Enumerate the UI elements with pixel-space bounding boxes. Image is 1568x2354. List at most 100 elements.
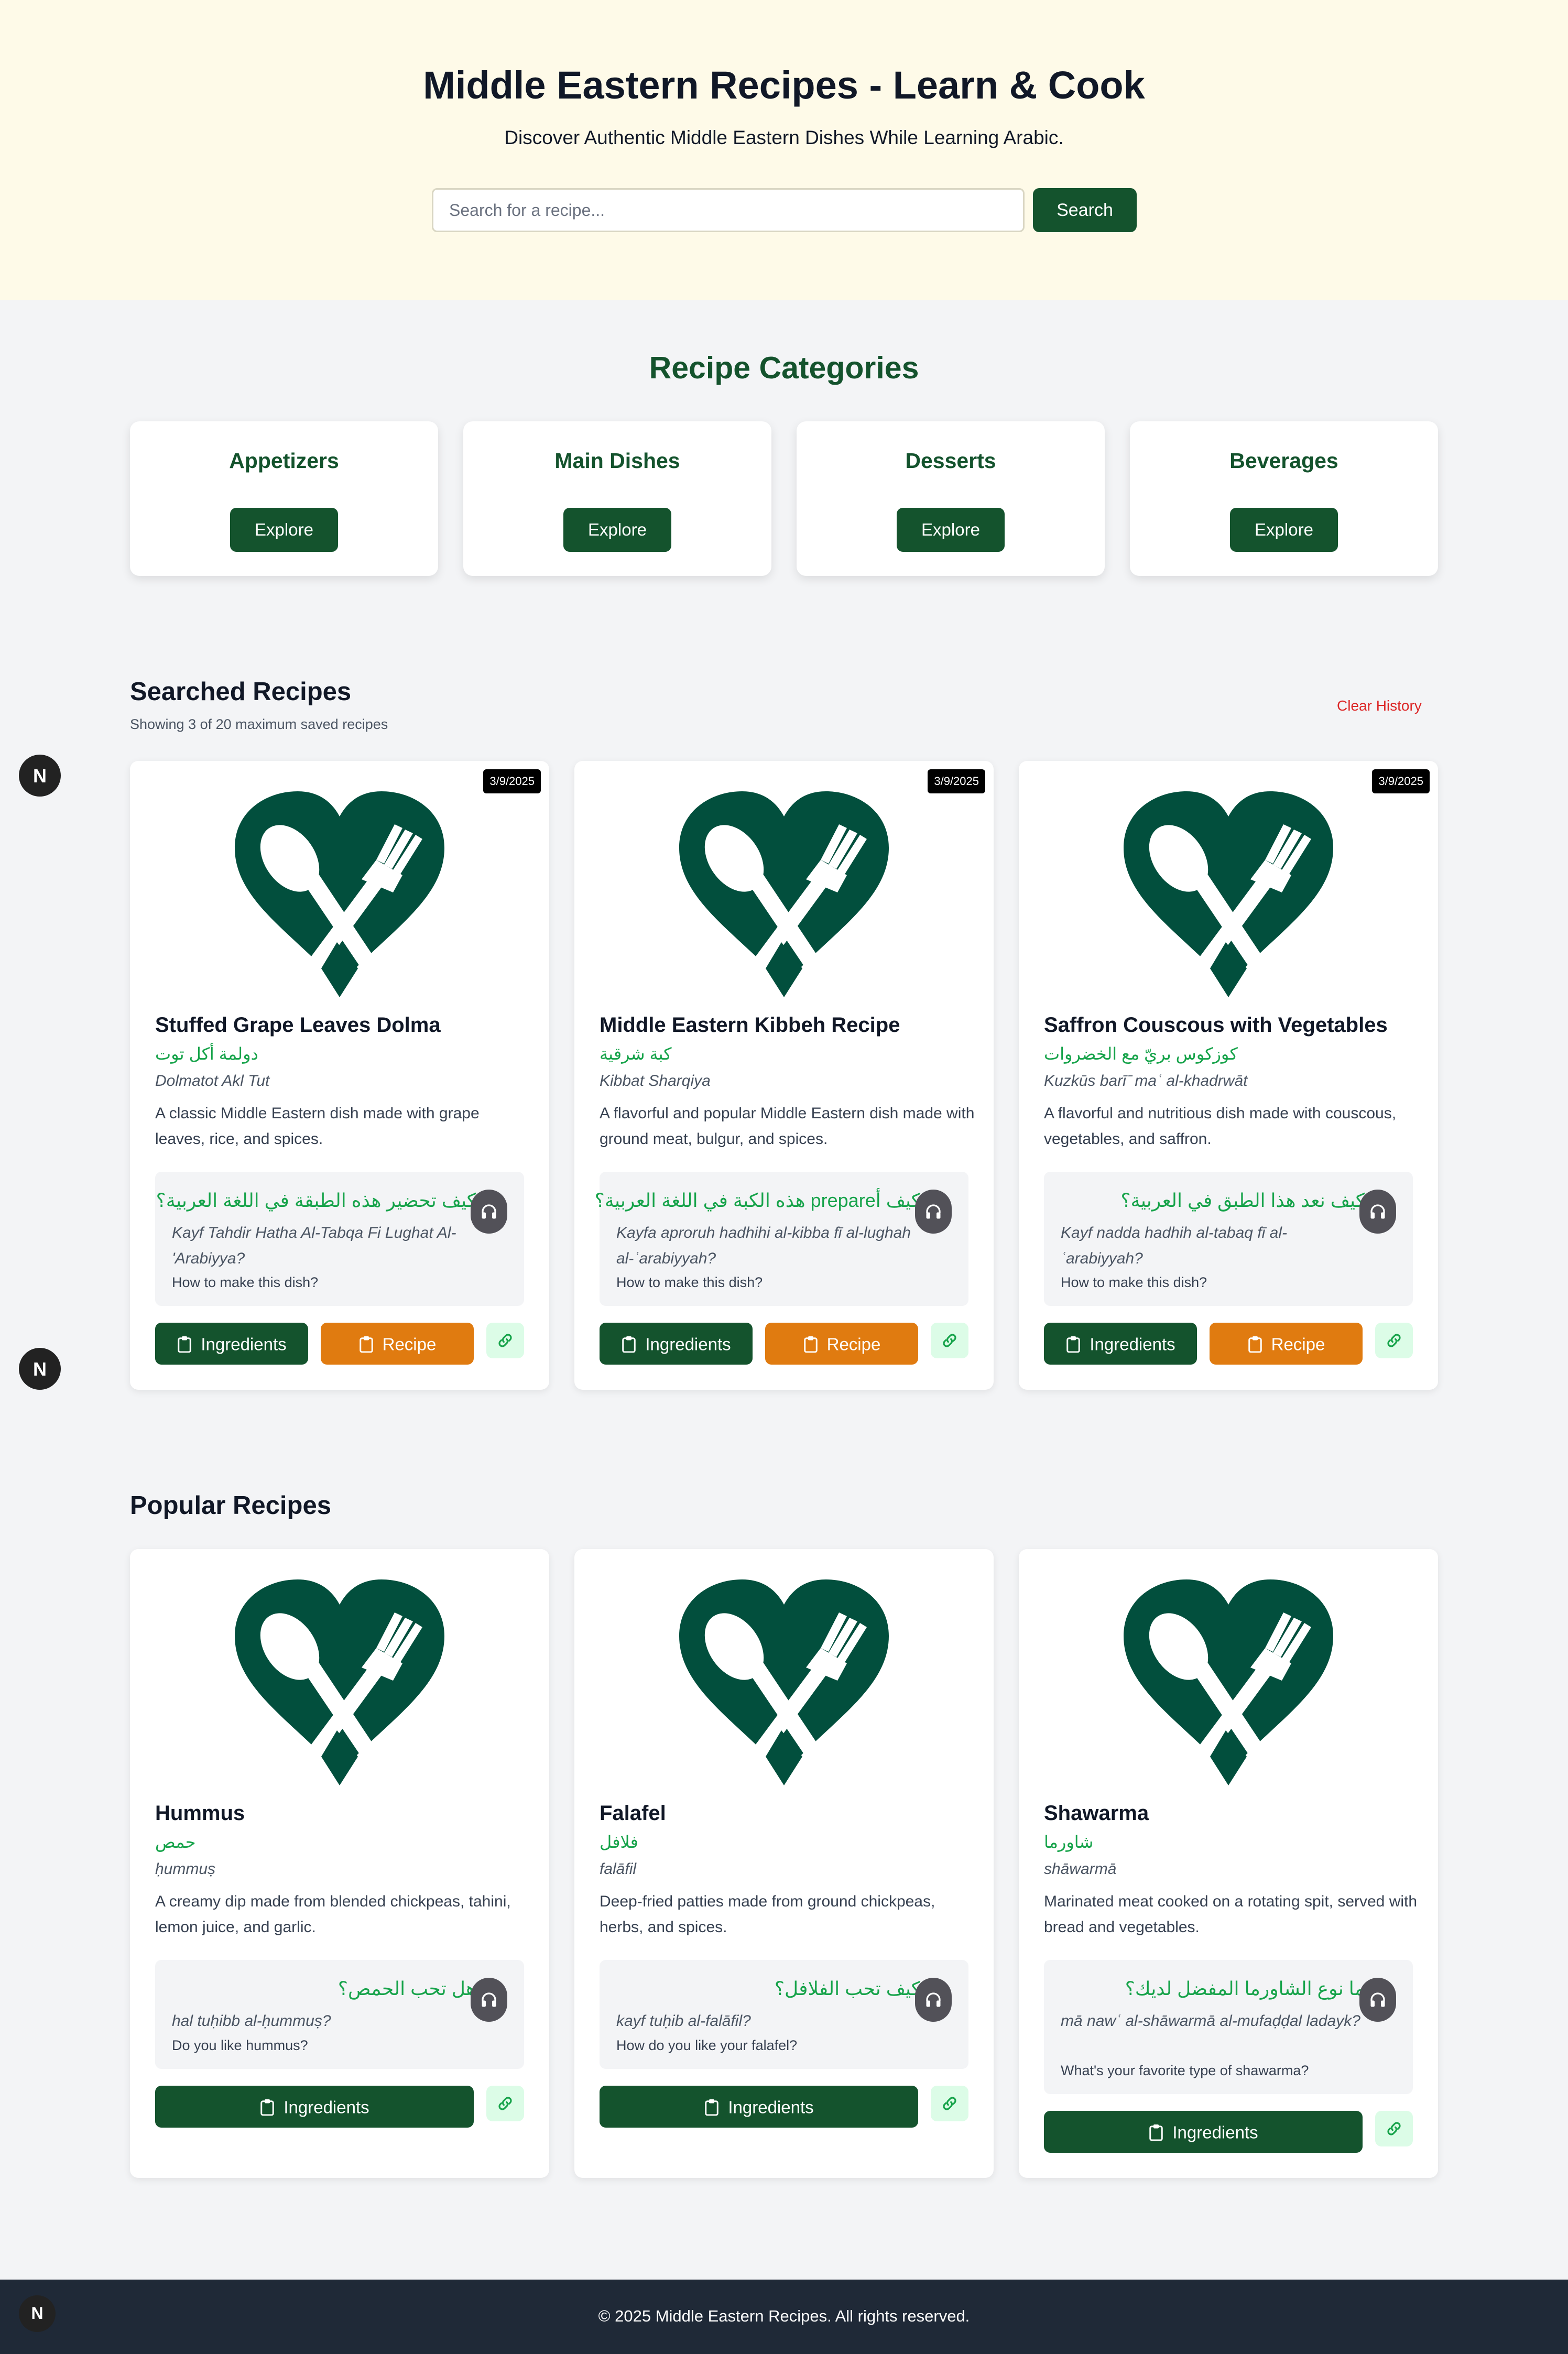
recipe-title: Saffron Couscous with Vegetables xyxy=(1044,1013,1388,1037)
explore-button[interactable]: Explore xyxy=(563,508,671,552)
recipe-card[interactable]: Falafel فلافل falāfil Deep-fried patties… xyxy=(574,1549,994,2178)
dev-tools-badge[interactable]: N xyxy=(19,2295,56,2332)
share-link-button[interactable] xyxy=(1375,1323,1413,1358)
share-link-button[interactable] xyxy=(486,1323,524,1358)
recipe-description: Marinated meat cooked on a rotating spit… xyxy=(1044,1893,1418,1936)
phrase-arabic: كيف نعد هذا الطبق في العربية؟ xyxy=(1120,1190,1365,1211)
search-input[interactable] xyxy=(432,188,1025,232)
phrase-arabic: هل تحب الحمص؟ xyxy=(337,1978,476,1999)
copyright-text: © 2025 Middle Eastern Recipes. All right… xyxy=(598,2307,970,2325)
hero-subtitle: Discover Authentic Middle Eastern Dishes… xyxy=(504,127,1064,148)
recipe-button[interactable]: Recipe xyxy=(1210,1323,1363,1365)
share-link-button[interactable] xyxy=(931,1323,968,1358)
heart-cutlery-logo-icon xyxy=(1113,1578,1344,1788)
recipe-transliteration: Dolmatot Akl Tut xyxy=(155,1072,270,1089)
clear-history-button[interactable]: Clear History xyxy=(1337,698,1422,714)
share-link-button[interactable] xyxy=(931,2086,968,2121)
phrase-transliteration: mā nawʿ al-shāwarmā al-mufaḍḍal ladayk? xyxy=(1061,2012,1360,2030)
recipe-description: A creamy dip made from blended chickpeas… xyxy=(155,1893,511,1936)
recipe-card[interactable]: Shawarma شاورما shāwarmā Marinated meat … xyxy=(1019,1549,1438,2178)
arabic-phrase-box: كيف نعد هذا الطبق في العربية؟ Kayf nadda… xyxy=(1044,1172,1413,1306)
heart-cutlery-logo-icon xyxy=(224,790,455,1000)
phrase-transliteration: Kayf Tahdir Hatha Al-Tabqa Fi Lughat Al-… xyxy=(172,1224,456,1267)
recipe-transliteration: falāfil xyxy=(600,1860,637,1878)
category-name: Main Dishes xyxy=(554,449,680,473)
recipe-arabic-name: كوزكوس بريّ مع الخضروات xyxy=(1044,1044,1238,1063)
arabic-phrase-box: كيف تحب الفلافل؟ kayf tuḥib al-falāfil? … xyxy=(600,1960,968,2069)
phrase-arabic: كيف أprepare هذه الكبة في اللغة العربية؟ xyxy=(594,1190,920,1211)
search-button[interactable]: Search xyxy=(1033,188,1137,232)
explore-button[interactable]: Explore xyxy=(897,508,1005,552)
dev-tools-badge[interactable]: N xyxy=(19,1348,61,1390)
play-audio-button[interactable] xyxy=(1359,1978,1396,2022)
phrase-english: Do you like hummus? xyxy=(172,2037,308,2053)
recipe-button[interactable]: Recipe xyxy=(765,1323,918,1365)
ingredients-button[interactable]: Ingredients xyxy=(600,1323,753,1365)
clipboard-icon xyxy=(1065,1335,1081,1353)
date-badge: 3/9/2025 xyxy=(928,769,985,793)
ingredients-button[interactable]: Ingredients xyxy=(155,1323,308,1365)
recipe-description: A classic Middle Eastern dish made with … xyxy=(155,1105,480,1148)
dev-tools-badge[interactable]: N xyxy=(19,755,61,797)
category-name: Desserts xyxy=(905,449,996,473)
headphones-icon xyxy=(924,1202,943,1221)
recipe-description: A flavorful and nutritious dish made wit… xyxy=(1044,1105,1397,1148)
recipe-card[interactable]: Hummus حمص ḥummuṣ A creamy dip made from… xyxy=(130,1549,549,2178)
footer: © 2025 Middle Eastern Recipes. All right… xyxy=(0,2280,1568,2354)
recipe-title: Middle Eastern Kibbeh Recipe xyxy=(600,1013,900,1037)
clipboard-icon xyxy=(177,1335,192,1353)
link-icon xyxy=(941,1332,958,1349)
recipe-arabic-name: كبة شرقية xyxy=(600,1044,672,1063)
share-link-button[interactable] xyxy=(486,2086,524,2121)
link-icon xyxy=(1386,2120,1402,2137)
recipe-title: Stuffed Grape Leaves Dolma xyxy=(155,1013,441,1037)
explore-button[interactable]: Explore xyxy=(1230,508,1338,552)
play-audio-button[interactable] xyxy=(471,1190,507,1234)
play-audio-button[interactable] xyxy=(1359,1190,1396,1234)
category-name: Beverages xyxy=(1229,449,1338,473)
headphones-icon xyxy=(924,1990,943,2009)
phrase-arabic: ما نوع الشاورما المفضل لديك؟ xyxy=(1125,1978,1365,1999)
searched-recipes-title: Searched Recipes xyxy=(130,678,352,706)
link-icon xyxy=(941,2095,958,2112)
play-audio-button[interactable] xyxy=(915,1978,952,2022)
ingredients-button[interactable]: Ingredients xyxy=(1044,2111,1363,2153)
heart-cutlery-logo-icon xyxy=(1113,790,1344,1000)
clipboard-icon xyxy=(803,1335,819,1353)
heart-cutlery-logo-icon xyxy=(669,790,899,1000)
headphones-icon xyxy=(1368,1990,1387,2009)
explore-button[interactable]: Explore xyxy=(230,508,338,552)
arabic-phrase-box: كيف تحضير هذه الطبقة في اللغة العربية؟ K… xyxy=(155,1172,524,1306)
play-audio-button[interactable] xyxy=(471,1978,507,2022)
category-name: Appetizers xyxy=(229,449,339,473)
ingredients-button[interactable]: Ingredients xyxy=(1044,1323,1197,1365)
ingredients-button[interactable]: Ingredients xyxy=(155,2086,474,2128)
recipe-button[interactable]: Recipe xyxy=(321,1323,474,1365)
recipe-card[interactable]: 3/9/2025 Saffron Couscous with Vegetable… xyxy=(1019,761,1438,1390)
phrase-transliteration: Kayf nadda hadhih al-tabaq fī al-ʿarabiy… xyxy=(1061,1224,1287,1267)
clipboard-icon xyxy=(621,1335,637,1353)
recipe-arabic-name: فلافل xyxy=(600,1833,638,1851)
heart-cutlery-logo-icon xyxy=(224,1578,455,1788)
share-link-button[interactable] xyxy=(1375,2111,1413,2146)
phrase-english: What's your favorite type of shawarma? xyxy=(1061,2063,1309,2078)
play-audio-button[interactable] xyxy=(915,1190,952,1234)
phrase-english: How to make this dish? xyxy=(172,1274,319,1290)
arabic-phrase-box: ما نوع الشاورما المفضل لديك؟ mā nawʿ al-… xyxy=(1044,1960,1413,2094)
recipe-card[interactable]: 3/9/2025 Middle Eastern Kibbeh Recipe كب… xyxy=(574,761,994,1390)
recipe-card[interactable]: 3/9/2025 Stuffed Grape Leaves Dolma دولم… xyxy=(130,761,549,1390)
headphones-icon xyxy=(1368,1202,1387,1221)
phrase-transliteration: kayf tuḥib al-falāfil? xyxy=(616,2012,751,2030)
recipe-arabic-name: دولمة أكل توت xyxy=(155,1044,258,1063)
clipboard-icon xyxy=(1148,2123,1164,2141)
phrase-english: How to make this dish? xyxy=(1061,1274,1207,1290)
clipboard-icon xyxy=(358,1335,374,1353)
category-card-beverages: Beverages Explore xyxy=(1130,421,1438,576)
page-title: Middle Eastern Recipes - Learn & Cook xyxy=(423,63,1145,107)
ingredients-button[interactable]: Ingredients xyxy=(600,2086,918,2128)
category-card-appetizers: Appetizers Explore xyxy=(130,421,438,576)
hero-header: Middle Eastern Recipes - Learn & Cook Di… xyxy=(0,0,1568,300)
recipe-transliteration: Kibbat Sharqiya xyxy=(600,1072,711,1089)
recipe-title: Falafel xyxy=(600,1802,666,1825)
category-card-main-dishes: Main Dishes Explore xyxy=(463,421,771,576)
